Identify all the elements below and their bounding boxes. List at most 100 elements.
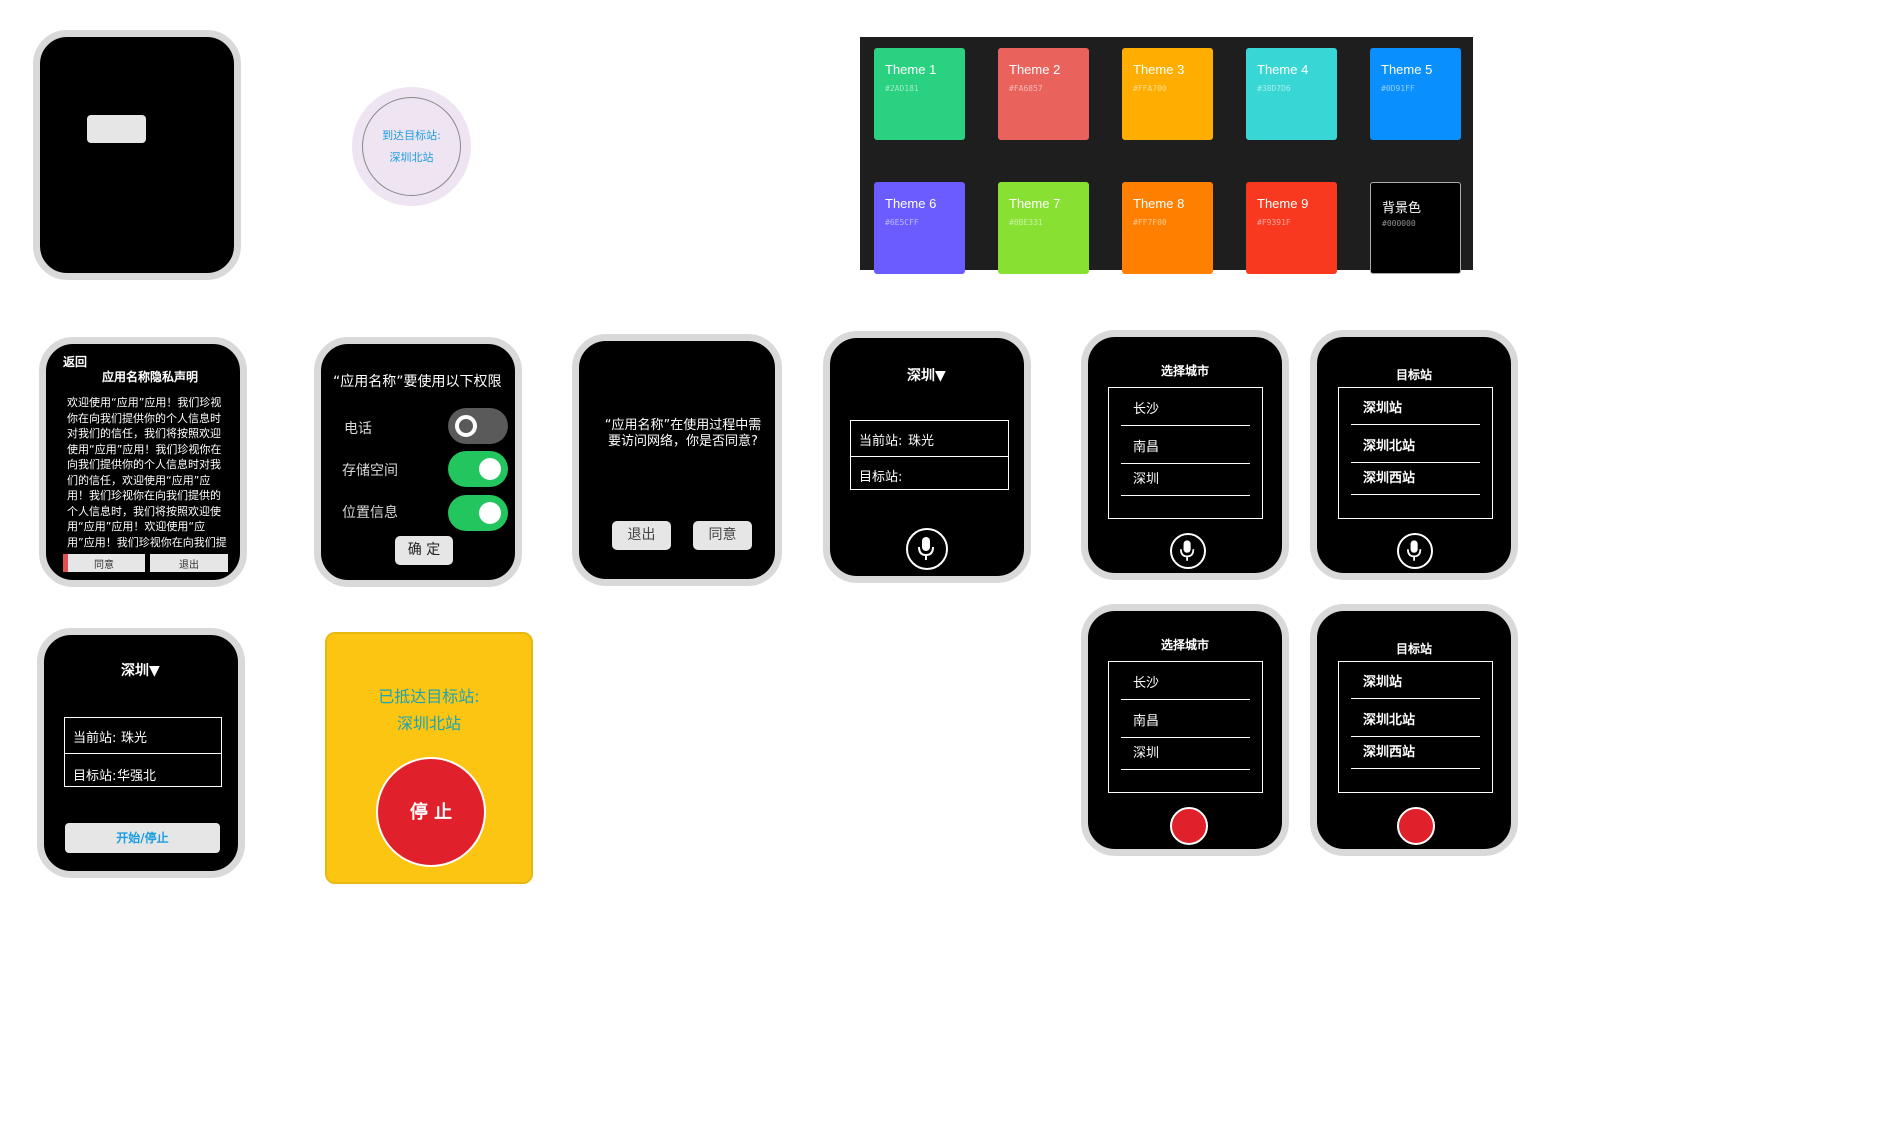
stop-label: 停 止 [409, 802, 453, 823]
city-item-1-label: 南昌 [1133, 440, 1160, 455]
target-station-label: 目标站: [859, 470, 903, 485]
current-station-value: 珠光 [121, 731, 148, 746]
arrival-line1: 已抵达目标站: [378, 687, 480, 706]
target-station-row[interactable]: 目标站: 华强北 [65, 753, 221, 787]
city-select-title: 选择城市 [1160, 364, 1209, 378]
city-item-1[interactable]: 南昌 [1121, 426, 1250, 464]
theme-name: Theme 6 [885, 196, 937, 211]
mic-button[interactable] [1170, 533, 1206, 569]
mic-button[interactable] [906, 528, 948, 570]
blank-button[interactable] [87, 115, 146, 143]
city-item-0-label: 长沙 [1133, 676, 1160, 691]
theme-palette: Theme 1 #2AD181 Theme 2 #FA6857 Theme 3 #FFA7… [860, 37, 1473, 274]
theme-card-6[interactable]: Theme 6 #6E5CFF [874, 182, 965, 274]
watch-target-station-record: 目标站 深圳站 深圳北站 深圳西站 [1310, 604, 1518, 856]
mic-button[interactable] [1397, 533, 1433, 569]
watch-city-select-record: 选择城市 长沙 南昌 深圳 [1081, 604, 1289, 856]
toggle-location[interactable] [448, 495, 508, 531]
theme-hex: #FA6857 [1009, 84, 1043, 93]
theme-name: Theme 4 [1257, 62, 1309, 77]
current-station-row[interactable]: 当前站: 珠光 [65, 718, 221, 754]
station-list: 深圳站 深圳北站 深圳西站 [1338, 387, 1493, 519]
theme-name: Theme 2 [1009, 62, 1061, 77]
network-agree-button[interactable]: 同意 [693, 521, 752, 550]
theme-card-7[interactable]: Theme 7 #8BE331 [998, 182, 1089, 274]
station-item-2[interactable]: 深圳西站 [1351, 463, 1480, 495]
theme-card-10[interactable]: 背景色 #000000 [1370, 182, 1461, 274]
city-item-2[interactable]: 深圳 [1121, 738, 1250, 770]
theme-hex: #000000 [1382, 219, 1416, 228]
permissions-title: “应用名称”要使用以下权限 [333, 374, 502, 390]
theme-hex: #FFA700 [1133, 84, 1167, 93]
city-item-0[interactable]: 长沙 [1121, 662, 1250, 700]
permission-label-storage: 存储空间 [342, 463, 398, 479]
theme-hex: #2AD181 [885, 84, 919, 93]
watch-station-filled: 深圳▼ 当前站: 珠光 目标站: 华强北 开始/停止 [37, 628, 245, 878]
city-list: 长沙 南昌 深圳 [1108, 661, 1263, 793]
confirm-button[interactable]: 确 定 [395, 536, 453, 565]
network-message: “应用名称”在使用过程中需要访问网络，你是否同意? [604, 418, 762, 449]
station-item-0[interactable]: 深圳站 [1351, 388, 1480, 425]
stop-button[interactable]: 停 止 [376, 757, 486, 867]
record-button[interactable] [1397, 807, 1435, 845]
station-item-0-label: 深圳站 [1363, 675, 1403, 690]
record-button[interactable] [1170, 807, 1208, 845]
notification-ring [362, 97, 461, 196]
permission-label-phone: 电话 [344, 421, 372, 437]
theme-name: Theme 1 [885, 62, 937, 77]
city-item-1-label: 南昌 [1133, 714, 1160, 729]
station-item-1-label: 深圳北站 [1363, 439, 1416, 454]
permission-label-location: 位置信息 [342, 505, 398, 521]
target-station-title: 目标站 [1395, 368, 1432, 382]
station-item-1[interactable]: 深圳北站 [1351, 425, 1480, 463]
theme-card-9[interactable]: Theme 9 #F9391F [1246, 182, 1337, 274]
watch-station-select: 深圳▼ 当前站: 珠光 目标站: [823, 331, 1031, 583]
theme-card-3[interactable]: Theme 3 #FFA700 [1122, 48, 1213, 140]
toggle-storage[interactable] [448, 451, 508, 487]
station-box: 当前站: 珠光 目标站: [850, 420, 1009, 490]
city-dropdown[interactable]: 深圳▼ [907, 365, 946, 385]
microphone-icon [1407, 540, 1422, 561]
back-link[interactable]: 返回 [63, 353, 87, 370]
city-item-2[interactable]: 深圳 [1121, 464, 1250, 496]
current-station-label: 当前站: [73, 731, 117, 746]
toggle-location-knob [479, 502, 501, 524]
watch-target-station-mic: 目标站 深圳站 深圳北站 深圳西站 [1310, 330, 1518, 580]
toggle-storage-knob [479, 458, 501, 480]
notification-line1: 到达目标站: [382, 129, 441, 142]
watch-network: “应用名称”在使用过程中需要访问网络，你是否同意? 退出 同意 [572, 334, 782, 586]
target-station-row[interactable]: 目标站: [851, 456, 1008, 490]
station-item-2[interactable]: 深圳西站 [1351, 737, 1480, 769]
theme-name: Theme 5 [1381, 62, 1433, 77]
station-item-2-label: 深圳西站 [1363, 745, 1416, 760]
network-exit-button[interactable]: 退出 [612, 521, 671, 550]
agree-button[interactable]: 同意 [63, 554, 145, 572]
exit-button[interactable]: 退出 [150, 554, 228, 572]
privacy-body: 欢迎使用“应用”应用！我们珍视你在向我们提供你的个人信息时对我们的信任，我们将按… [67, 396, 227, 549]
theme-card-8[interactable]: Theme 8 #FF7F00 [1122, 182, 1213, 274]
station-item-1[interactable]: 深圳北站 [1351, 699, 1480, 737]
theme-card-2[interactable]: Theme 2 #FA6857 [998, 48, 1089, 140]
station-item-0[interactable]: 深圳站 [1351, 662, 1480, 699]
station-item-2-label: 深圳西站 [1363, 471, 1416, 486]
current-station-row[interactable]: 当前站: 珠光 [851, 421, 1008, 457]
theme-card-1[interactable]: Theme 1 #2AD181 [874, 48, 965, 140]
theme-card-5[interactable]: Theme 5 #0D91FF [1370, 48, 1461, 140]
city-select-title: 选择城市 [1160, 638, 1209, 652]
theme-name: 背景色 [1382, 200, 1422, 215]
microphone-icon [1180, 540, 1195, 561]
theme-card-4[interactable]: Theme 4 #38D7D6 [1246, 48, 1337, 140]
start-stop-button[interactable]: 开始/停止 [65, 823, 220, 853]
toggle-phone[interactable] [448, 408, 508, 444]
privacy-title: 应用名称隐私声明 [102, 370, 199, 384]
city-dropdown[interactable]: 深圳▼ [121, 660, 160, 680]
theme-name: Theme 3 [1133, 62, 1185, 77]
theme-hex: #8BE331 [1009, 218, 1043, 227]
city-item-1[interactable]: 南昌 [1121, 700, 1250, 738]
arrival-notification: 到达目标站: 深圳北站 [352, 87, 471, 206]
station-item-1-label: 深圳北站 [1363, 713, 1416, 728]
watch-blank [33, 30, 241, 280]
watch-privacy: 返回 应用名称隐私声明 欢迎使用“应用”应用！我们珍视你在向我们提供你的个人信息… [39, 337, 247, 587]
current-station-value: 珠光 [908, 434, 935, 449]
city-item-0[interactable]: 长沙 [1121, 388, 1250, 426]
